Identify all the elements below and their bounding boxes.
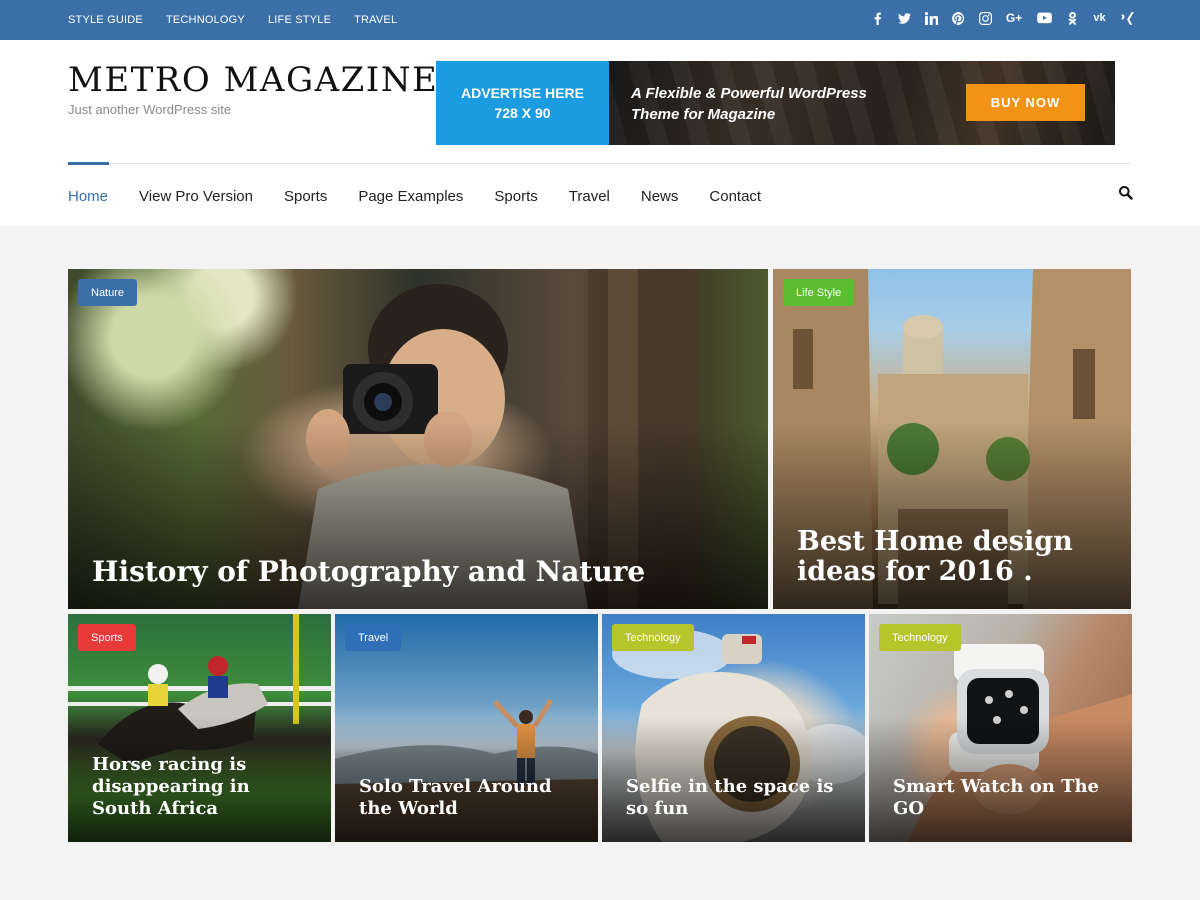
nav-item-contact[interactable]: Contact	[709, 188, 761, 205]
instagram-icon[interactable]	[978, 11, 992, 25]
post-title[interactable]: Smart Watch on The GO	[893, 776, 1114, 820]
site-title[interactable]: METRO MAGAZINE	[68, 60, 438, 100]
pinterest-icon[interactable]	[951, 11, 965, 25]
nav-item-sports-2[interactable]: Sports	[494, 188, 537, 205]
post-title[interactable]: Solo Travel Around the World	[359, 776, 580, 820]
post-solo-travel[interactable]: Travel Solo Travel Around the World	[335, 614, 598, 842]
top-nav-life-style[interactable]: LIFE STYLE	[268, 14, 331, 26]
ad-promo-line2: Theme for Magazine	[631, 106, 776, 123]
nav-item-travel[interactable]: Travel	[569, 188, 610, 205]
post-title[interactable]: Horse racing is disappearing in South Af…	[92, 754, 313, 820]
category-badge[interactable]: Sports	[78, 624, 136, 651]
featured-post-home-design[interactable]: Life Style Best Home design ideas for 20…	[773, 269, 1131, 609]
social-links: G+ vk	[870, 0, 1134, 36]
facebook-icon[interactable]	[870, 11, 884, 25]
nav-item-home[interactable]: Home	[68, 188, 108, 205]
post-title[interactable]: Selfie in the space is so fun	[626, 776, 847, 820]
linkedin-icon[interactable]	[924, 11, 938, 25]
buy-now-button[interactable]: BUY NOW	[966, 84, 1085, 121]
vk-icon[interactable]: vk	[1092, 11, 1107, 25]
category-badge[interactable]: Life Style	[783, 279, 855, 306]
twitter-icon[interactable]	[897, 11, 911, 25]
google-plus-icon[interactable]: G+	[1005, 11, 1023, 25]
featured-post-photography[interactable]: Nature History of Photography and Nature	[68, 269, 768, 609]
ad-placeholder-line2: 728 X 90	[494, 105, 551, 121]
nav-item-view-pro-version[interactable]: View Pro Version	[139, 188, 253, 205]
post-smart-watch[interactable]: Technology Smart Watch on The GO	[869, 614, 1132, 842]
category-badge[interactable]: Travel	[345, 624, 402, 651]
top-nav: STYLE GUIDE TECHNOLOGY LIFE STYLE TRAVEL	[68, 0, 397, 40]
site-tagline: Just another WordPress site	[68, 102, 232, 117]
ad-banner[interactable]: ADVERTISE HERE 728 X 90 A Flexible & Pow…	[436, 61, 1115, 145]
xing-icon[interactable]	[1120, 11, 1134, 25]
main-nav: Home View Pro Version Sports Page Exampl…	[68, 185, 761, 207]
top-nav-style-guide[interactable]: STYLE GUIDE	[68, 14, 143, 26]
nav-divider	[68, 163, 1131, 164]
post-title[interactable]: Best Home design ideas for 2016 .	[797, 526, 1113, 587]
odnoklassniki-icon[interactable]	[1065, 11, 1079, 25]
ad-promo-text: A Flexible & Powerful WordPress Theme fo…	[631, 83, 867, 125]
top-nav-technology[interactable]: TECHNOLOGY	[166, 14, 245, 26]
post-horse-racing[interactable]: Sports Horse racing is disappearing in S…	[68, 614, 331, 842]
post-title[interactable]: History of Photography and Nature	[92, 555, 750, 587]
nav-item-page-examples[interactable]: Page Examples	[358, 188, 463, 205]
nav-item-sports[interactable]: Sports	[284, 188, 327, 205]
top-nav-travel[interactable]: TRAVEL	[354, 14, 397, 26]
top-bar: STYLE GUIDE TECHNOLOGY LIFE STYLE TRAVEL…	[0, 0, 1200, 40]
category-badge[interactable]: Technology	[879, 624, 961, 651]
active-nav-indicator	[68, 162, 109, 165]
search-icon[interactable]	[1118, 185, 1134, 201]
category-badge[interactable]: Nature	[78, 279, 138, 306]
category-badge[interactable]: Technology	[612, 624, 694, 651]
ad-promo-line1: A Flexible & Powerful WordPress	[631, 85, 867, 102]
youtube-icon[interactable]	[1036, 11, 1052, 25]
ad-placeholder-line1: ADVERTISE HERE	[461, 85, 584, 101]
nav-item-news[interactable]: News	[641, 188, 679, 205]
site-header: METRO MAGAZINE Just another WordPress si…	[0, 40, 1200, 226]
ad-placeholder: ADVERTISE HERE 728 X 90	[436, 61, 609, 145]
ad-promo: A Flexible & Powerful WordPress Theme fo…	[609, 61, 1115, 145]
post-space-selfie[interactable]: Technology Selfie in the space is so fun	[602, 614, 865, 842]
